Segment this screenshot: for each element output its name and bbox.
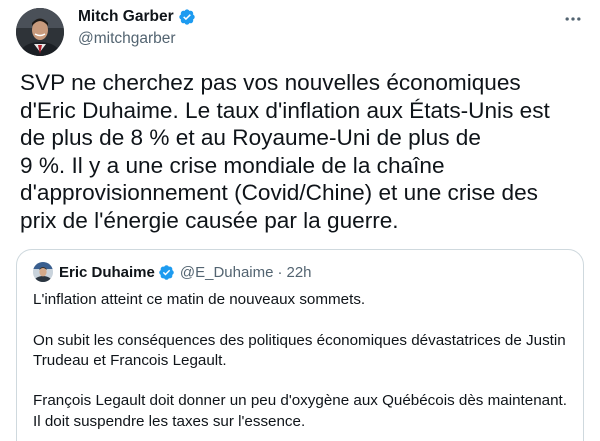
quoted-author-avatar — [33, 262, 53, 282]
author-name-row: Mitch Garber — [78, 6, 196, 28]
author-avatar[interactable] — [16, 8, 64, 56]
quoted-separator: · — [277, 263, 283, 281]
quoted-timestamp: 22h — [286, 263, 312, 281]
quoted-author-name: Eric Duhaime — [59, 263, 155, 281]
quoted-paragraph-2: On subit les conséquences des politiques… — [33, 331, 566, 369]
verified-badge-icon — [178, 9, 195, 25]
author-name[interactable]: Mitch Garber — [78, 8, 174, 26]
quoted-paragraph-1: L'inflation atteint ce matin de nouveaux… — [33, 291, 366, 308]
author-avatar-image — [16, 8, 64, 56]
more-horizontal-icon — [565, 17, 581, 21]
quoted-tweet-text: L'inflation atteint ce matin de nouveaux… — [33, 290, 573, 441]
author-info: Mitch Garber @mitchgarber — [78, 6, 196, 48]
quoted-tweet[interactable]: Eric Duhaime @E_Duhaime · 22h L'inflatio… — [16, 249, 584, 441]
quoted-tweet-header: Eric Duhaime @E_Duhaime · 22h — [33, 261, 312, 283]
more-button[interactable] — [562, 8, 584, 30]
quoted-verified-badge-icon — [159, 264, 174, 280]
quoted-author-avatar-image — [33, 262, 53, 282]
tweet: Mitch Garber @mitchgarber SVP ne cherche… — [0, 0, 600, 441]
quoted-paragraph-3: François Legault doit donner un peu d'ox… — [33, 392, 567, 430]
author-handle[interactable]: @mitchgarber — [78, 30, 196, 48]
quoted-author-handle: @E_Duhaime — [179, 263, 274, 281]
tweet-text: SVP ne cherchez pas vos nouvelles économ… — [20, 70, 550, 233]
